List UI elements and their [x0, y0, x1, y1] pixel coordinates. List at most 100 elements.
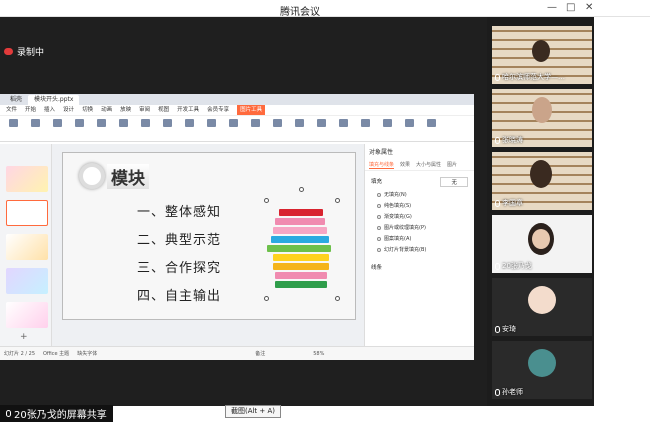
- ribbon-button[interactable]: [400, 119, 418, 137]
- fill-option[interactable]: 纯色填充(S): [365, 200, 474, 211]
- ribbon-button[interactable]: [202, 119, 220, 137]
- participant-name: 李国章: [495, 198, 523, 208]
- resize-handle[interactable]: [264, 198, 269, 203]
- participant-tile[interactable]: 孙老师: [492, 341, 592, 399]
- missing-font[interactable]: 缺失字体: [77, 350, 97, 357]
- menu-transition[interactable]: 切换: [82, 105, 93, 115]
- wps-window: 稻壳 模块开头.pptx 文件 开始 插入 设计 切换 动画 放映 审阅 视图 …: [0, 94, 474, 360]
- ribbon-button[interactable]: [26, 119, 44, 137]
- ribbon-button[interactable]: [4, 119, 22, 137]
- ribbon-button[interactable]: [114, 119, 132, 137]
- tab-picture[interactable]: 图片: [447, 161, 457, 168]
- menu-slideshow[interactable]: 放映: [120, 105, 131, 115]
- resize-handle[interactable]: [335, 296, 340, 301]
- page-indicator: 幻灯片 2 / 25: [4, 351, 35, 357]
- close-icon[interactable]: ✕: [585, 2, 593, 13]
- ribbon-button[interactable]: [92, 119, 110, 137]
- slide-thumbnail[interactable]: [6, 166, 48, 192]
- fill-option[interactable]: 幻灯片背景填充(B): [365, 244, 474, 255]
- resize-handle[interactable]: [264, 296, 269, 301]
- menu-member[interactable]: 会员专享: [207, 105, 229, 115]
- mic-icon: [495, 136, 500, 144]
- share-label: 20张乃戈的屏幕共享: [14, 410, 107, 421]
- current-slide[interactable]: 模块 一、整体感知 二、典型示范 三、合作探究 四、自主输出: [62, 152, 356, 320]
- ribbon-button[interactable]: [268, 119, 286, 137]
- tool-icon: [96, 119, 106, 127]
- tab-document[interactable]: 模块开头.pptx: [28, 95, 80, 105]
- fill-section: 填充 无: [365, 171, 474, 189]
- ribbon-button[interactable]: [290, 119, 308, 137]
- jenga-blocks-image[interactable]: [264, 187, 340, 301]
- title-bar: 腾讯会议 — □ ✕: [0, 0, 650, 18]
- tab-effect[interactable]: 效果: [400, 161, 410, 168]
- ribbon-button[interactable]: [180, 119, 198, 137]
- cloud-record-icon: [4, 48, 13, 55]
- tab-docer[interactable]: 稻壳: [4, 95, 28, 105]
- ribbon-button[interactable]: [158, 119, 176, 137]
- ribbon-button[interactable]: [70, 119, 88, 137]
- screenshot-tooltip: 截图(Alt + A): [225, 405, 281, 418]
- slide-item: 三、合作探究: [137, 261, 222, 276]
- ribbon-button[interactable]: [136, 119, 154, 137]
- menu-design[interactable]: 设计: [63, 105, 74, 115]
- slide-thumbnail-selected[interactable]: [6, 200, 48, 226]
- ribbon-button[interactable]: [312, 119, 330, 137]
- ribbon-button[interactable]: [422, 119, 440, 137]
- menu-insert[interactable]: 插入: [44, 105, 55, 115]
- menu-bar: 文件 开始 插入 设计 切换 动画 放映 审阅 视图 开发工具 会员专享 图片工…: [0, 105, 474, 116]
- menu-view[interactable]: 视图: [158, 105, 169, 115]
- fill-option[interactable]: 图案填充(A): [365, 233, 474, 244]
- menu-picture-tools[interactable]: 图片工具: [237, 105, 266, 115]
- ribbon-button[interactable]: [48, 119, 66, 137]
- fill-dropdown[interactable]: 无: [440, 177, 468, 187]
- fill-option[interactable]: 无填充(N): [365, 189, 474, 200]
- tool-icon: [184, 119, 194, 127]
- participant-tile[interactable]: 李国章: [492, 152, 592, 210]
- tool-icon: [316, 119, 326, 127]
- fill-option[interactable]: 图片或纹理填充(P): [365, 222, 474, 233]
- recording-label: 录制中: [17, 48, 45, 58]
- tab-fill-line[interactable]: 填充与线条: [369, 161, 395, 169]
- minimize-icon[interactable]: —: [547, 2, 557, 13]
- slide-editor: 模块 一、整体感知 二、典型示范 三、合作探究 四、自主输出: [52, 144, 364, 346]
- ribbon-button[interactable]: [224, 119, 242, 137]
- ribbon-button[interactable]: [334, 119, 352, 137]
- menu-review[interactable]: 审阅: [139, 105, 150, 115]
- participant-name: 哈尔滨师范大学—…: [495, 72, 565, 82]
- participant-tile[interactable]: 哈尔滨师范大学—…: [492, 26, 592, 84]
- ribbon-button[interactable]: [246, 119, 264, 137]
- rotate-handle[interactable]: [299, 187, 304, 192]
- tool-icon: [206, 119, 216, 127]
- mic-icon: [6, 410, 11, 417]
- recording-indicator[interactable]: 录制中: [4, 45, 44, 58]
- zoom-level[interactable]: 58%: [313, 351, 324, 357]
- menu-developer[interactable]: 开发工具: [177, 105, 199, 115]
- participant-tile[interactable]: 张晓涛: [492, 89, 592, 147]
- tab-size[interactable]: 大小与属性: [416, 161, 441, 168]
- menu-home[interactable]: 开始: [25, 105, 36, 115]
- maximize-icon[interactable]: □: [566, 2, 575, 13]
- mic-icon: [495, 262, 500, 270]
- menu-animation[interactable]: 动画: [101, 105, 112, 115]
- tool-icon: [294, 119, 304, 127]
- slide-thumbnail[interactable]: [6, 302, 48, 328]
- resize-handle[interactable]: [335, 198, 340, 203]
- participant-tile[interactable]: 20张乃戈: [492, 215, 592, 273]
- participant-tile[interactable]: 安琦: [492, 278, 592, 336]
- ribbon-button[interactable]: [356, 119, 374, 137]
- notes-button[interactable]: 备注: [255, 350, 265, 357]
- slide-item: 二、典型示范: [137, 233, 222, 248]
- tool-icon: [30, 119, 40, 127]
- slide-thumbnail[interactable]: [6, 234, 48, 260]
- menu-file[interactable]: 文件: [6, 105, 17, 115]
- ribbon-button[interactable]: [378, 119, 396, 137]
- fill-option[interactable]: 渐变填充(G): [365, 211, 474, 222]
- add-slide-icon[interactable]: +: [20, 332, 28, 342]
- line-section-label[interactable]: 线条: [365, 255, 474, 279]
- panel-tabs: 填充与线条 效果 大小与属性 图片: [365, 159, 474, 171]
- tool-icon: [162, 119, 172, 127]
- mic-icon: [495, 73, 500, 81]
- slide-thumbnail[interactable]: [6, 268, 48, 294]
- slide-item: 一、整体感知: [137, 205, 222, 220]
- window-title: 腾讯会议: [280, 7, 320, 18]
